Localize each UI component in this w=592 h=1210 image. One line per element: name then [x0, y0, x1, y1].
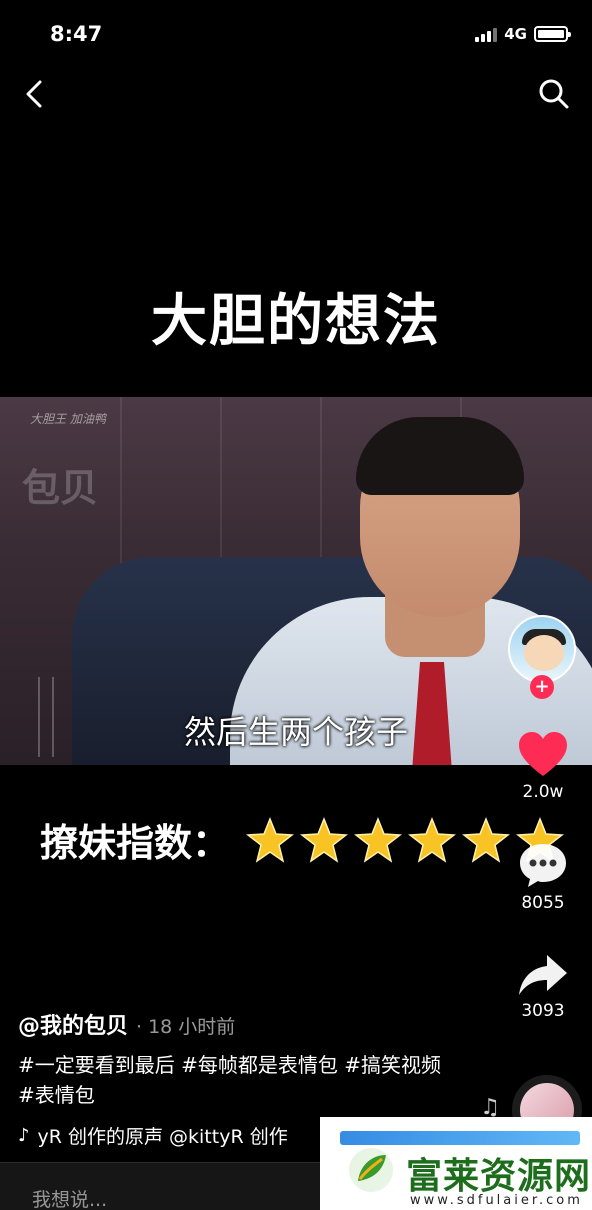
rating: 撩妹指数： [40, 812, 565, 867]
star-icon [300, 816, 349, 863]
comment-icon [520, 844, 566, 887]
hashtags-line-1[interactable]: #一定要看到最后 #每帧都是表情包 #搞笑视频 [18, 1050, 488, 1080]
share-arrow-icon [519, 955, 567, 995]
banner-url: www.sdfulaier.com [410, 1193, 583, 1208]
comment-button[interactable]: 8055 [508, 841, 578, 913]
comment-count: 8055 [521, 893, 565, 913]
battery-icon [534, 26, 571, 42]
star-icon [408, 816, 457, 863]
like-count: 2.0w [522, 782, 564, 802]
hashtags-line-2[interactable]: #表情包 [18, 1080, 488, 1110]
star-icon [462, 816, 511, 863]
video-subtitle: 然后生两个孩子 [183, 713, 408, 751]
star-icon [354, 816, 403, 863]
sound-line[interactable]: ♪ yR 创作的原声 @kittyR 创作 [18, 1122, 328, 1149]
rating-label: 撩妹指数： [40, 821, 231, 865]
share-count: 3093 [521, 1001, 565, 1021]
network-type: 4G [504, 25, 527, 43]
video-headline: 大胆的想法 [151, 289, 441, 354]
post-time: · 18 小时前 [136, 1016, 236, 1038]
heart-icon [519, 732, 567, 776]
status-icons: 4G [475, 25, 571, 43]
search-icon[interactable] [536, 76, 572, 112]
like-button[interactable]: 2.0w [508, 730, 578, 802]
leaf-logo-icon [349, 1148, 393, 1192]
author-avatar[interactable]: + [508, 615, 578, 699]
hashtags[interactable]: #一定要看到最后 #每帧都是表情包 #搞笑视频 #表情包 [18, 1050, 488, 1110]
back-arrow-icon[interactable] [18, 76, 54, 112]
author-line: @我的包贝 · 18 小时前 [18, 1008, 488, 1040]
tiktok-note-icon: ♪ [18, 1125, 30, 1146]
video-frame[interactable]: 大胆王 加油鸭 包贝 然后生两个孩子 [0, 397, 592, 765]
status-bar: 8:47 4G [0, 0, 592, 70]
comment-input[interactable]: 我想说... [32, 1185, 107, 1210]
watermark-banner: 富莱资源网 www.sdfulaier.com [320, 1117, 592, 1210]
status-time: 8:47 [50, 22, 103, 46]
star-icon [246, 816, 295, 863]
avatar[interactable] [508, 615, 576, 683]
sound-title[interactable]: yR 创作的原声 @kittyR 创作 [38, 1122, 288, 1149]
follow-button[interactable]: + [530, 675, 554, 699]
banner-title: 富莱资源网 [406, 1155, 592, 1197]
share-button[interactable]: 3093 [508, 953, 578, 1021]
banner-strip [340, 1131, 580, 1145]
author-name[interactable]: @我的包贝 [18, 1008, 128, 1040]
video-watermark: 包贝 [22, 466, 99, 510]
signal-icon [475, 27, 498, 42]
corner-text: 大胆王 加油鸭 [30, 412, 106, 426]
person-hair [356, 417, 524, 495]
